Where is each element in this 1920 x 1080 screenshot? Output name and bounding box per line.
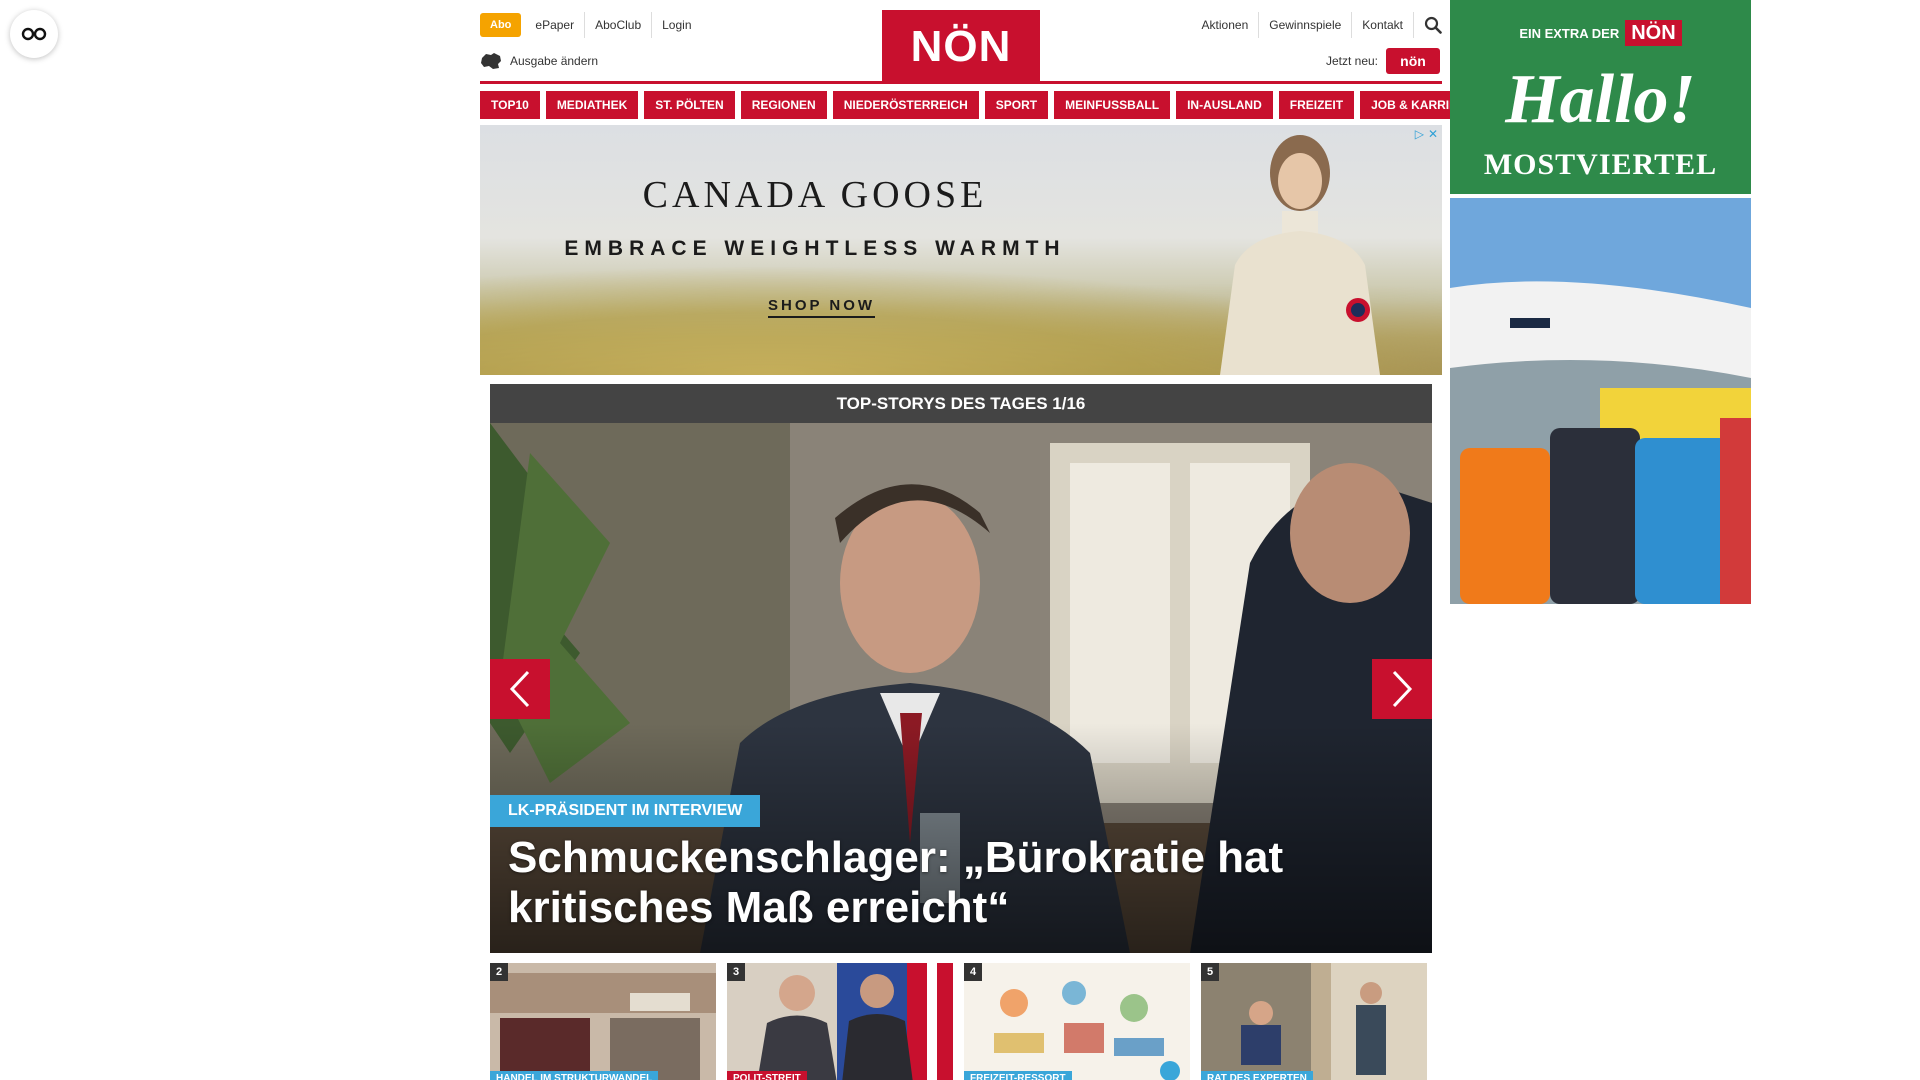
airport-suitcases-image — [1450, 198, 1751, 604]
nav-item-sport[interactable]: SPORT — [984, 91, 1049, 119]
jetzt-neu: Jetzt neu: nön — [1326, 48, 1440, 74]
adchoices-icon[interactable]: ▷ — [1415, 127, 1424, 141]
hallo-subtitle: MOSTVIERTEL — [1483, 148, 1718, 181]
hero-kicker: LK-PRÄSIDENT IM INTERVIEW — [490, 795, 761, 827]
chevron-left-icon — [509, 670, 530, 708]
ad-close-icon[interactable]: ✕ — [1428, 127, 1438, 141]
story-thumbnails: 2 HANDEL IM STRUKTURWANDEL 3 POLIT-STREI… — [490, 963, 1432, 1080]
lower-austria-map-icon — [481, 53, 501, 69]
search-button[interactable] — [1413, 12, 1442, 38]
thumb-image-shop — [490, 963, 716, 1080]
nav-item-niederoesterreich[interactable]: NIEDERÖSTERREICH — [832, 91, 979, 119]
hallo-title: Hallo! — [1505, 61, 1696, 138]
epaper-link[interactable]: ePaper — [525, 12, 584, 38]
site-header: Abo ePaper AboClub Login Ausgabe ändern … — [480, 0, 1442, 84]
accessibility-button[interactable] — [10, 10, 58, 58]
thumb-image-interior — [1201, 963, 1427, 1080]
nav-item-in-ausland[interactable]: IN-AUSLAND — [1176, 91, 1273, 119]
main-column: Abo ePaper AboClub Login Ausgabe ändern … — [480, 0, 1485, 375]
thumb-number: 3 — [727, 963, 745, 981]
aboclub-link[interactable]: AboClub — [584, 12, 651, 38]
ad-choices[interactable]: ▷ ✕ — [1415, 127, 1438, 141]
hallo-extra-label: EIN EXTRA DER — [1519, 25, 1620, 41]
main-nav: TOP10 MEDIATHEK ST. PÖLTEN REGIONEN NIED… — [480, 91, 1485, 119]
ausgabe-label: Ausgabe ändern — [510, 54, 599, 68]
thumb-number: 4 — [964, 963, 982, 981]
hero-title[interactable]: Schmuckenschlager: „Bürokratie hat kriti… — [508, 833, 1408, 933]
top-stories: TOP-STORYS DES TAGES 1/16 LK-PRÄSIDENT I… — [490, 384, 1432, 1080]
nav-item-meinfussball[interactable]: MEINFUSSBALL — [1054, 91, 1171, 119]
kontakt-link[interactable]: Kontakt — [1351, 12, 1413, 38]
abo-button[interactable]: Abo — [480, 13, 522, 37]
nav-item-freizeit[interactable]: FREIZEIT — [1278, 91, 1355, 119]
story-thumb-4[interactable]: 4 FREIZEIT-RESSORT — [964, 963, 1190, 1080]
nav-item-st-poelten[interactable]: ST. PÖLTEN — [644, 91, 735, 119]
gewinnspiele-link[interactable]: Gewinnspiele — [1258, 12, 1351, 38]
glasses-icon — [21, 27, 47, 41]
ad-shop-now-link[interactable]: SHOP NOW — [768, 297, 876, 318]
top-stories-heading: TOP-STORYS DES TAGES 1/16 — [490, 384, 1432, 423]
story-thumb-5[interactable]: 5 RAT DES EXPERTEN — [1201, 963, 1427, 1080]
search-icon — [1424, 16, 1442, 34]
chevron-right-icon — [1392, 670, 1413, 708]
thumb-number: 5 — [1201, 963, 1219, 981]
hallo-noen-logo: NÖN — [1625, 20, 1682, 46]
nav-item-regionen[interactable]: REGIONEN — [740, 91, 827, 119]
thumb-image-handshake — [727, 963, 953, 1080]
nav-item-mediathek[interactable]: MEDIATHEK — [545, 91, 639, 119]
thumb-kicker: RAT DES EXPERTEN — [1201, 1071, 1313, 1080]
story-thumb-3[interactable]: 3 POLIT-STREIT — [727, 963, 953, 1080]
nav-item-top10[interactable]: TOP10 — [480, 91, 540, 119]
thumb-kicker: FREIZEIT-RESSORT — [964, 1071, 1072, 1080]
carousel-prev-button[interactable] — [490, 659, 550, 719]
thumb-kicker: HANDEL IM STRUKTURWANDEL — [490, 1071, 659, 1080]
jetzt-neu-label: Jetzt neu: — [1325, 54, 1378, 68]
thumb-image-illustration — [964, 963, 1190, 1080]
story-thumb-2[interactable]: 2 HANDEL IM STRUKTURWANDEL — [490, 963, 716, 1080]
login-link[interactable]: Login — [651, 12, 701, 38]
advertisement-banner[interactable]: CANADA GOOSE EMBRACE WEIGHTLESS WARMTH S… — [480, 125, 1442, 375]
thumb-kicker: POLIT-STREIT — [727, 1071, 807, 1080]
ad-tagline: EMBRACE WEIGHTLESS WARMTH — [564, 237, 1066, 260]
hero-story[interactable]: LK-PRÄSIDENT IM INTERVIEW Schmuckenschla… — [490, 423, 1432, 953]
ad-brand: CANADA GOOSE — [642, 174, 988, 216]
thumb-number: 2 — [490, 963, 508, 981]
ausgabe-switcher[interactable]: Ausgabe ändern — [480, 52, 598, 70]
aktionen-link[interactable]: Aktionen — [1192, 12, 1259, 38]
kleine-noen-logo[interactable]: nön — [1386, 48, 1440, 74]
hallo-top-line: EIN EXTRA DER NÖN — [1450, 20, 1751, 46]
ad-model-image — [1220, 135, 1380, 375]
carousel-next-button[interactable] — [1372, 659, 1432, 719]
noen-logo[interactable]: NÖN — [882, 10, 1040, 84]
top-links-left: Abo ePaper AboClub Login — [480, 12, 702, 38]
sidebar-advertisement[interactable]: EIN EXTRA DER NÖN Hallo! MOSTVIERTEL — [1450, 0, 1751, 609]
hallo-mostviertel-ad[interactable]: EIN EXTRA DER NÖN Hallo! MOSTVIERTEL — [1450, 0, 1751, 194]
top-links-right: Aktionen Gewinnspiele Kontakt — [1192, 12, 1442, 38]
